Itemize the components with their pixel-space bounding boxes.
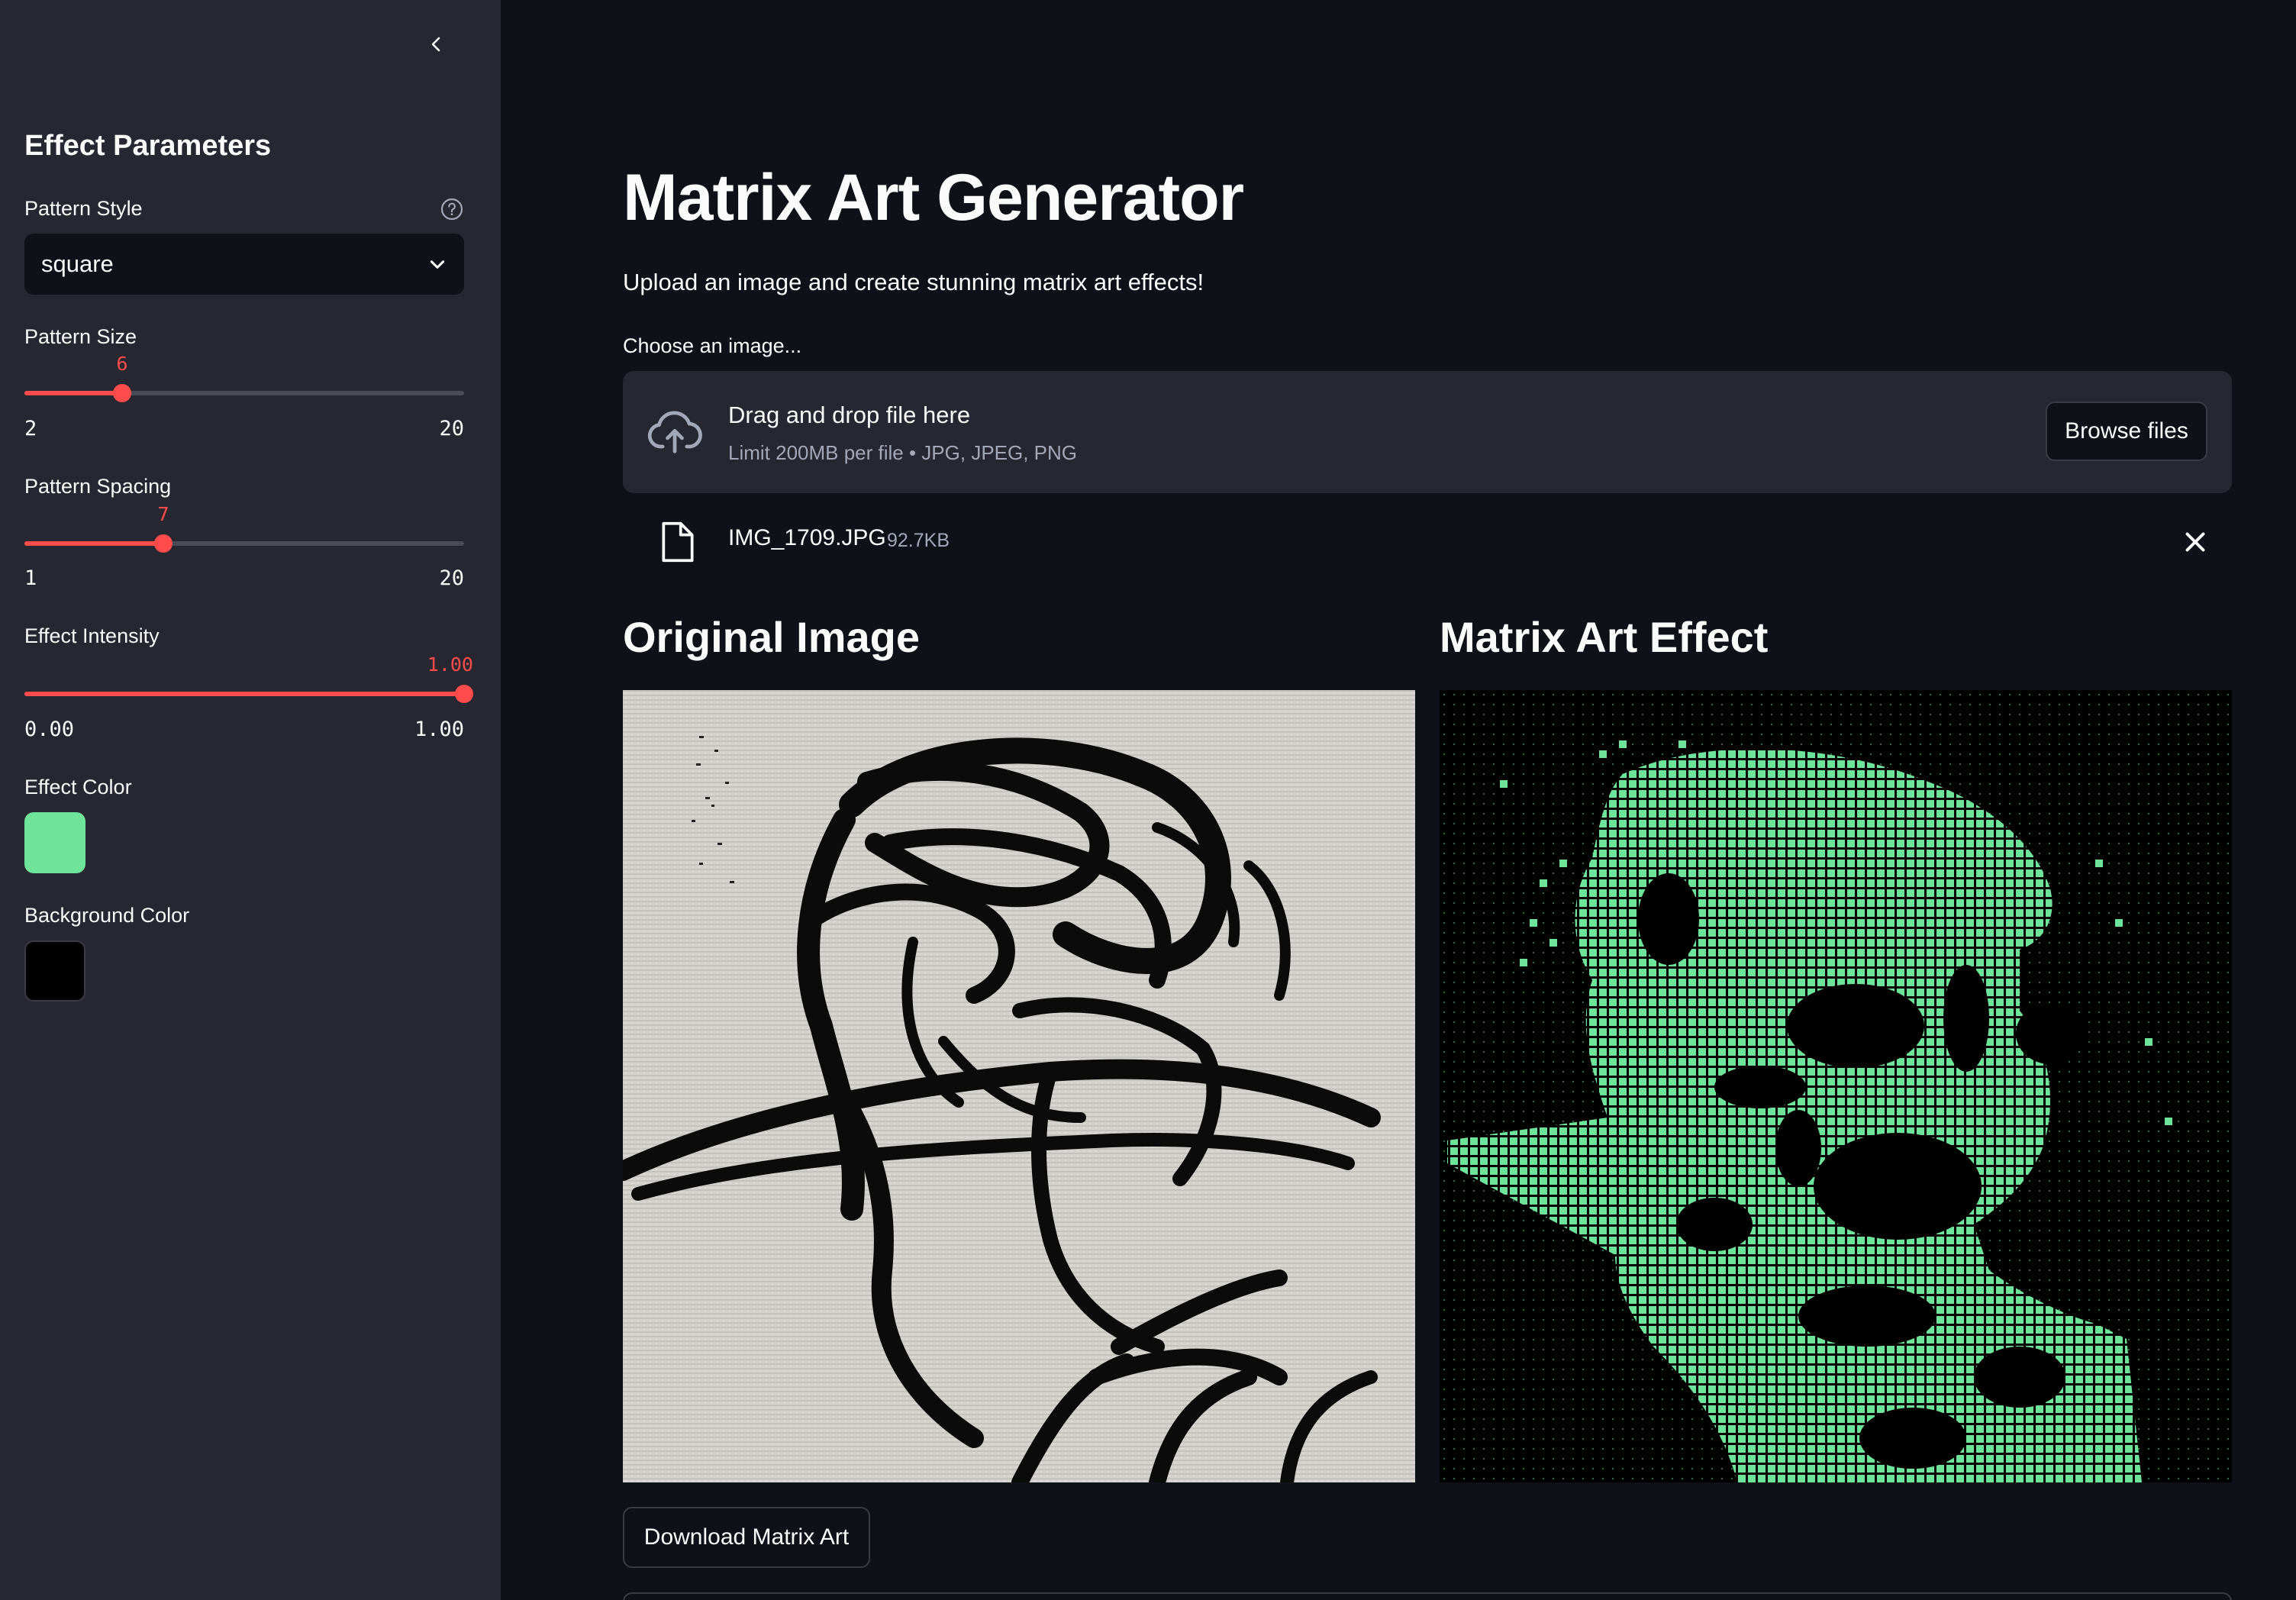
close-icon[interactable] <box>2182 528 2209 556</box>
pattern-spacing-slider-fill <box>24 541 164 546</box>
page-subtitle: Upload an image and create stunning matr… <box>623 269 1204 295</box>
pattern-size-slider[interactable]: 6 <box>24 353 464 402</box>
effect-intensity-value: 1.00 <box>427 653 473 676</box>
uploaded-file-size: 92.7KB <box>887 530 950 551</box>
matrix-effect-title: Matrix Art Effect <box>1440 613 1769 661</box>
pattern-size-label: Pattern Size <box>24 325 137 348</box>
pattern-style-select[interactable]: square <box>24 234 464 295</box>
pattern-size-slider-fill <box>24 391 122 395</box>
pattern-spacing-value: 7 <box>157 503 169 525</box>
pattern-spacing-slider-thumb[interactable] <box>154 534 173 553</box>
chevron-left-icon <box>431 37 440 52</box>
sidebar: Effect Parameters Pattern Style square P… <box>0 0 501 1600</box>
file-dropzone[interactable]: Drag and drop file here Limit 200MB per … <box>623 371 2232 493</box>
effect-intensity-slider-thumb[interactable] <box>455 685 473 703</box>
pattern-size-max: 20 <box>439 417 464 440</box>
pattern-size-value: 6 <box>116 353 128 375</box>
pattern-spacing-max: 20 <box>439 566 464 590</box>
sidebar-title: Effect Parameters <box>24 130 272 162</box>
matrix-art-image <box>1440 690 2232 1482</box>
file-icon <box>662 521 694 563</box>
pattern-size-slider-thumb[interactable] <box>112 384 131 402</box>
effect-color-picker[interactable] <box>24 812 85 873</box>
effect-intensity-slider-fill <box>24 692 464 696</box>
uploaded-file-name: IMG_1709.JPG <box>728 525 886 550</box>
app-root: Effect Parameters Pattern Style square P… <box>0 0 2296 1600</box>
background-color-label: Background Color <box>24 904 190 927</box>
pattern-size-min: 2 <box>24 417 37 440</box>
pattern-style-label: Pattern Style <box>24 197 143 220</box>
pattern-spacing-label: Pattern Spacing <box>24 475 172 498</box>
original-image-title: Original Image <box>623 613 920 661</box>
browse-files-button[interactable]: Browse files <box>2046 402 2207 461</box>
uploaded-file-row: IMG_1709.JPG 92.7KB <box>623 511 2232 573</box>
effect-color-label: Effect Color <box>24 776 132 798</box>
dropzone-title: Drag and drop file here <box>728 402 971 428</box>
help-icon[interactable] <box>440 197 464 221</box>
uploader-label: Choose an image... <box>623 334 802 357</box>
original-image <box>623 690 1415 1482</box>
pattern-spacing-min: 1 <box>24 566 37 590</box>
next-section-edge <box>623 1592 2232 1600</box>
download-matrix-art-button[interactable]: Download Matrix Art <box>623 1507 870 1568</box>
chevron-down-icon <box>430 260 445 269</box>
dropzone-limit-text: Limit 200MB per file • JPG, JPEG, PNG <box>728 441 1078 464</box>
effect-intensity-label: Effect Intensity <box>24 624 160 647</box>
effect-intensity-min: 0.00 <box>24 718 75 741</box>
effect-intensity-max: 1.00 <box>414 718 464 741</box>
cloud-upload-icon <box>647 411 702 453</box>
background-color-picker[interactable] <box>24 940 85 1002</box>
pattern-style-value: square <box>41 250 114 277</box>
page-title: Matrix Art Generator <box>623 161 1244 234</box>
collapse-sidebar-button[interactable] <box>421 29 452 60</box>
pattern-spacing-slider[interactable]: 7 <box>24 503 464 553</box>
effect-intensity-slider[interactable]: 1.00 <box>24 653 473 703</box>
